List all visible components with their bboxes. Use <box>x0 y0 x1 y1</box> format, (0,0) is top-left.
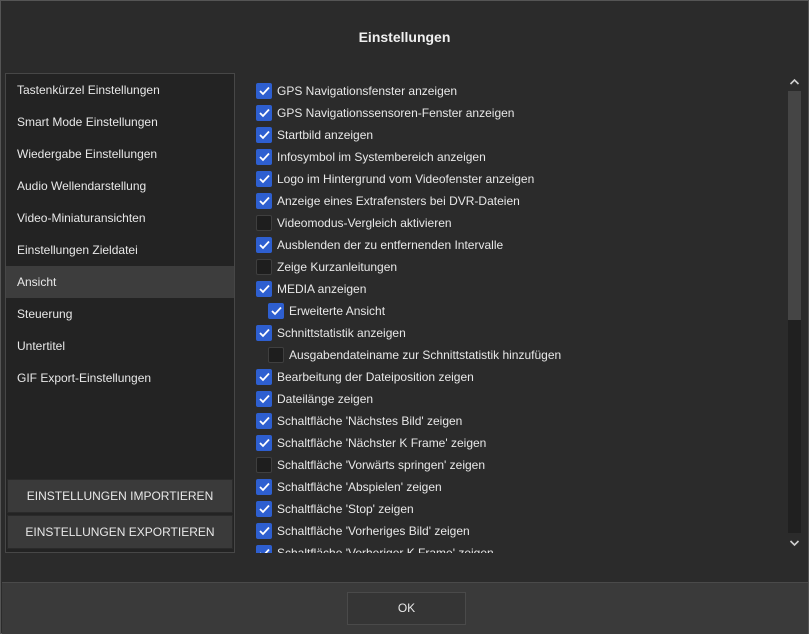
scroll-up-icon[interactable] <box>786 74 803 90</box>
option-label: Ausgabendateiname zur Schnittstatistik h… <box>289 348 562 362</box>
sidebar-item-video-miniaturansichten[interactable]: Video-Miniaturansichten <box>6 202 234 234</box>
option-label: Schaltfläche 'Nächster K Frame' zeigen <box>277 436 487 450</box>
option-checkbox[interactable] <box>256 215 272 231</box>
option-label: Schaltfläche 'Stop' zeigen <box>277 502 414 516</box>
sidebar-item-wiedergabe[interactable]: Wiedergabe Einstellungen <box>6 138 234 170</box>
import-settings-button[interactable]: EINSTELLUNGEN IMPORTIEREN <box>7 479 233 513</box>
option-label: Schaltfläche 'Nächstes Bild' zeigen <box>277 414 463 428</box>
option-checkbox[interactable] <box>256 105 272 121</box>
option-checkbox[interactable] <box>256 83 272 99</box>
option-label: Schaltfläche 'Abspielen' zeigen <box>277 480 442 494</box>
dialog-title: Einstellungen <box>358 29 451 45</box>
option-label: Startbild anzeigen <box>277 128 374 142</box>
scroll-down-icon[interactable] <box>786 535 803 551</box>
ok-button[interactable]: OK <box>347 592 466 625</box>
sidebar-item-smart-mode[interactable]: Smart Mode Einstellungen <box>6 106 234 138</box>
option-label: Infosymbol im Systembereich anzeigen <box>277 150 486 164</box>
export-settings-button[interactable]: EINSTELLUNGEN EXPORTIEREN <box>7 515 233 549</box>
option-label: Bearbeitung der Dateiposition zeigen <box>277 370 474 384</box>
option-label: GPS Navigationsfenster anzeigen <box>277 84 458 98</box>
sidebar-item-tastenkuerzel[interactable]: Tastenkürzel Einstellungen <box>6 74 234 106</box>
option-label: Schnittstatistik anzeigen <box>277 326 406 340</box>
option-label: Erweiterte Ansicht <box>289 304 386 318</box>
option-label: Ausblenden der zu entfernenden Intervall… <box>277 238 504 252</box>
option-checkbox[interactable] <box>256 127 272 143</box>
option-checkbox[interactable] <box>256 171 272 187</box>
option-checkbox[interactable] <box>268 303 284 319</box>
option-checkbox[interactable] <box>256 369 272 385</box>
options-scrollbar[interactable] <box>786 73 803 553</box>
option-checkbox[interactable] <box>256 545 272 553</box>
option-label: Logo im Hintergrund vom Videofenster anz… <box>277 172 535 186</box>
settings-dialog: Einstellungen Tastenkürzel Einstellungen… <box>0 0 809 634</box>
option-label: Videomodus-Vergleich aktivieren <box>277 216 452 230</box>
option-checkbox[interactable] <box>256 435 272 451</box>
option-label: Schaltfläche 'Vorwärts springen' zeigen <box>277 458 486 472</box>
options-list: GPS Navigationsfenster anzeigen GPS Navig… <box>249 77 785 553</box>
option-checkbox[interactable] <box>256 501 272 517</box>
option-checkbox[interactable] <box>256 391 272 407</box>
option-label: Anzeige eines Extrafensters bei DVR-Date… <box>277 194 520 208</box>
sidebar-item-zieldatei[interactable]: Einstellungen Zieldatei <box>6 234 234 266</box>
sidebar-item-gif-export[interactable]: GIF Export-Einstellungen <box>6 362 234 394</box>
sidebar-item-steuerung[interactable]: Steuerung <box>6 298 234 330</box>
option-checkbox[interactable] <box>256 457 272 473</box>
dialog-footer: OK <box>2 582 808 634</box>
scrollbar-track[interactable] <box>788 91 801 533</box>
option-checkbox[interactable] <box>256 281 272 297</box>
option-label: Zeige Kurzanleitungen <box>277 260 398 274</box>
option-checkbox[interactable] <box>256 413 272 429</box>
option-checkbox[interactable] <box>256 237 272 253</box>
option-label: MEDIA anzeigen <box>277 282 367 296</box>
option-label: Schaltfläche 'Vorheriges Bild' zeigen <box>277 524 470 538</box>
option-checkbox[interactable] <box>256 523 272 539</box>
settings-sidebar: Tastenkürzel Einstellungen Smart Mode Ei… <box>5 73 235 553</box>
option-checkbox[interactable] <box>268 347 284 363</box>
option-label: GPS Navigationssensoren-Fenster anzeigen <box>277 106 515 120</box>
option-checkbox[interactable] <box>256 479 272 495</box>
option-checkbox[interactable] <box>256 149 272 165</box>
scrollbar-thumb[interactable] <box>788 91 801 320</box>
option-checkbox[interactable] <box>256 325 272 341</box>
option-checkbox[interactable] <box>256 259 272 275</box>
option-label: Schaltfläche 'Vorheriger K Frame' zeigen <box>277 546 494 553</box>
sidebar-item-audio-wellendarstellung[interactable]: Audio Wellendarstellung <box>6 170 234 202</box>
sidebar-item-untertitel[interactable]: Untertitel <box>6 330 234 362</box>
option-checkbox[interactable] <box>256 193 272 209</box>
option-label: Dateilänge zeigen <box>277 392 374 406</box>
sidebar-item-ansicht[interactable]: Ansicht <box>6 266 234 298</box>
